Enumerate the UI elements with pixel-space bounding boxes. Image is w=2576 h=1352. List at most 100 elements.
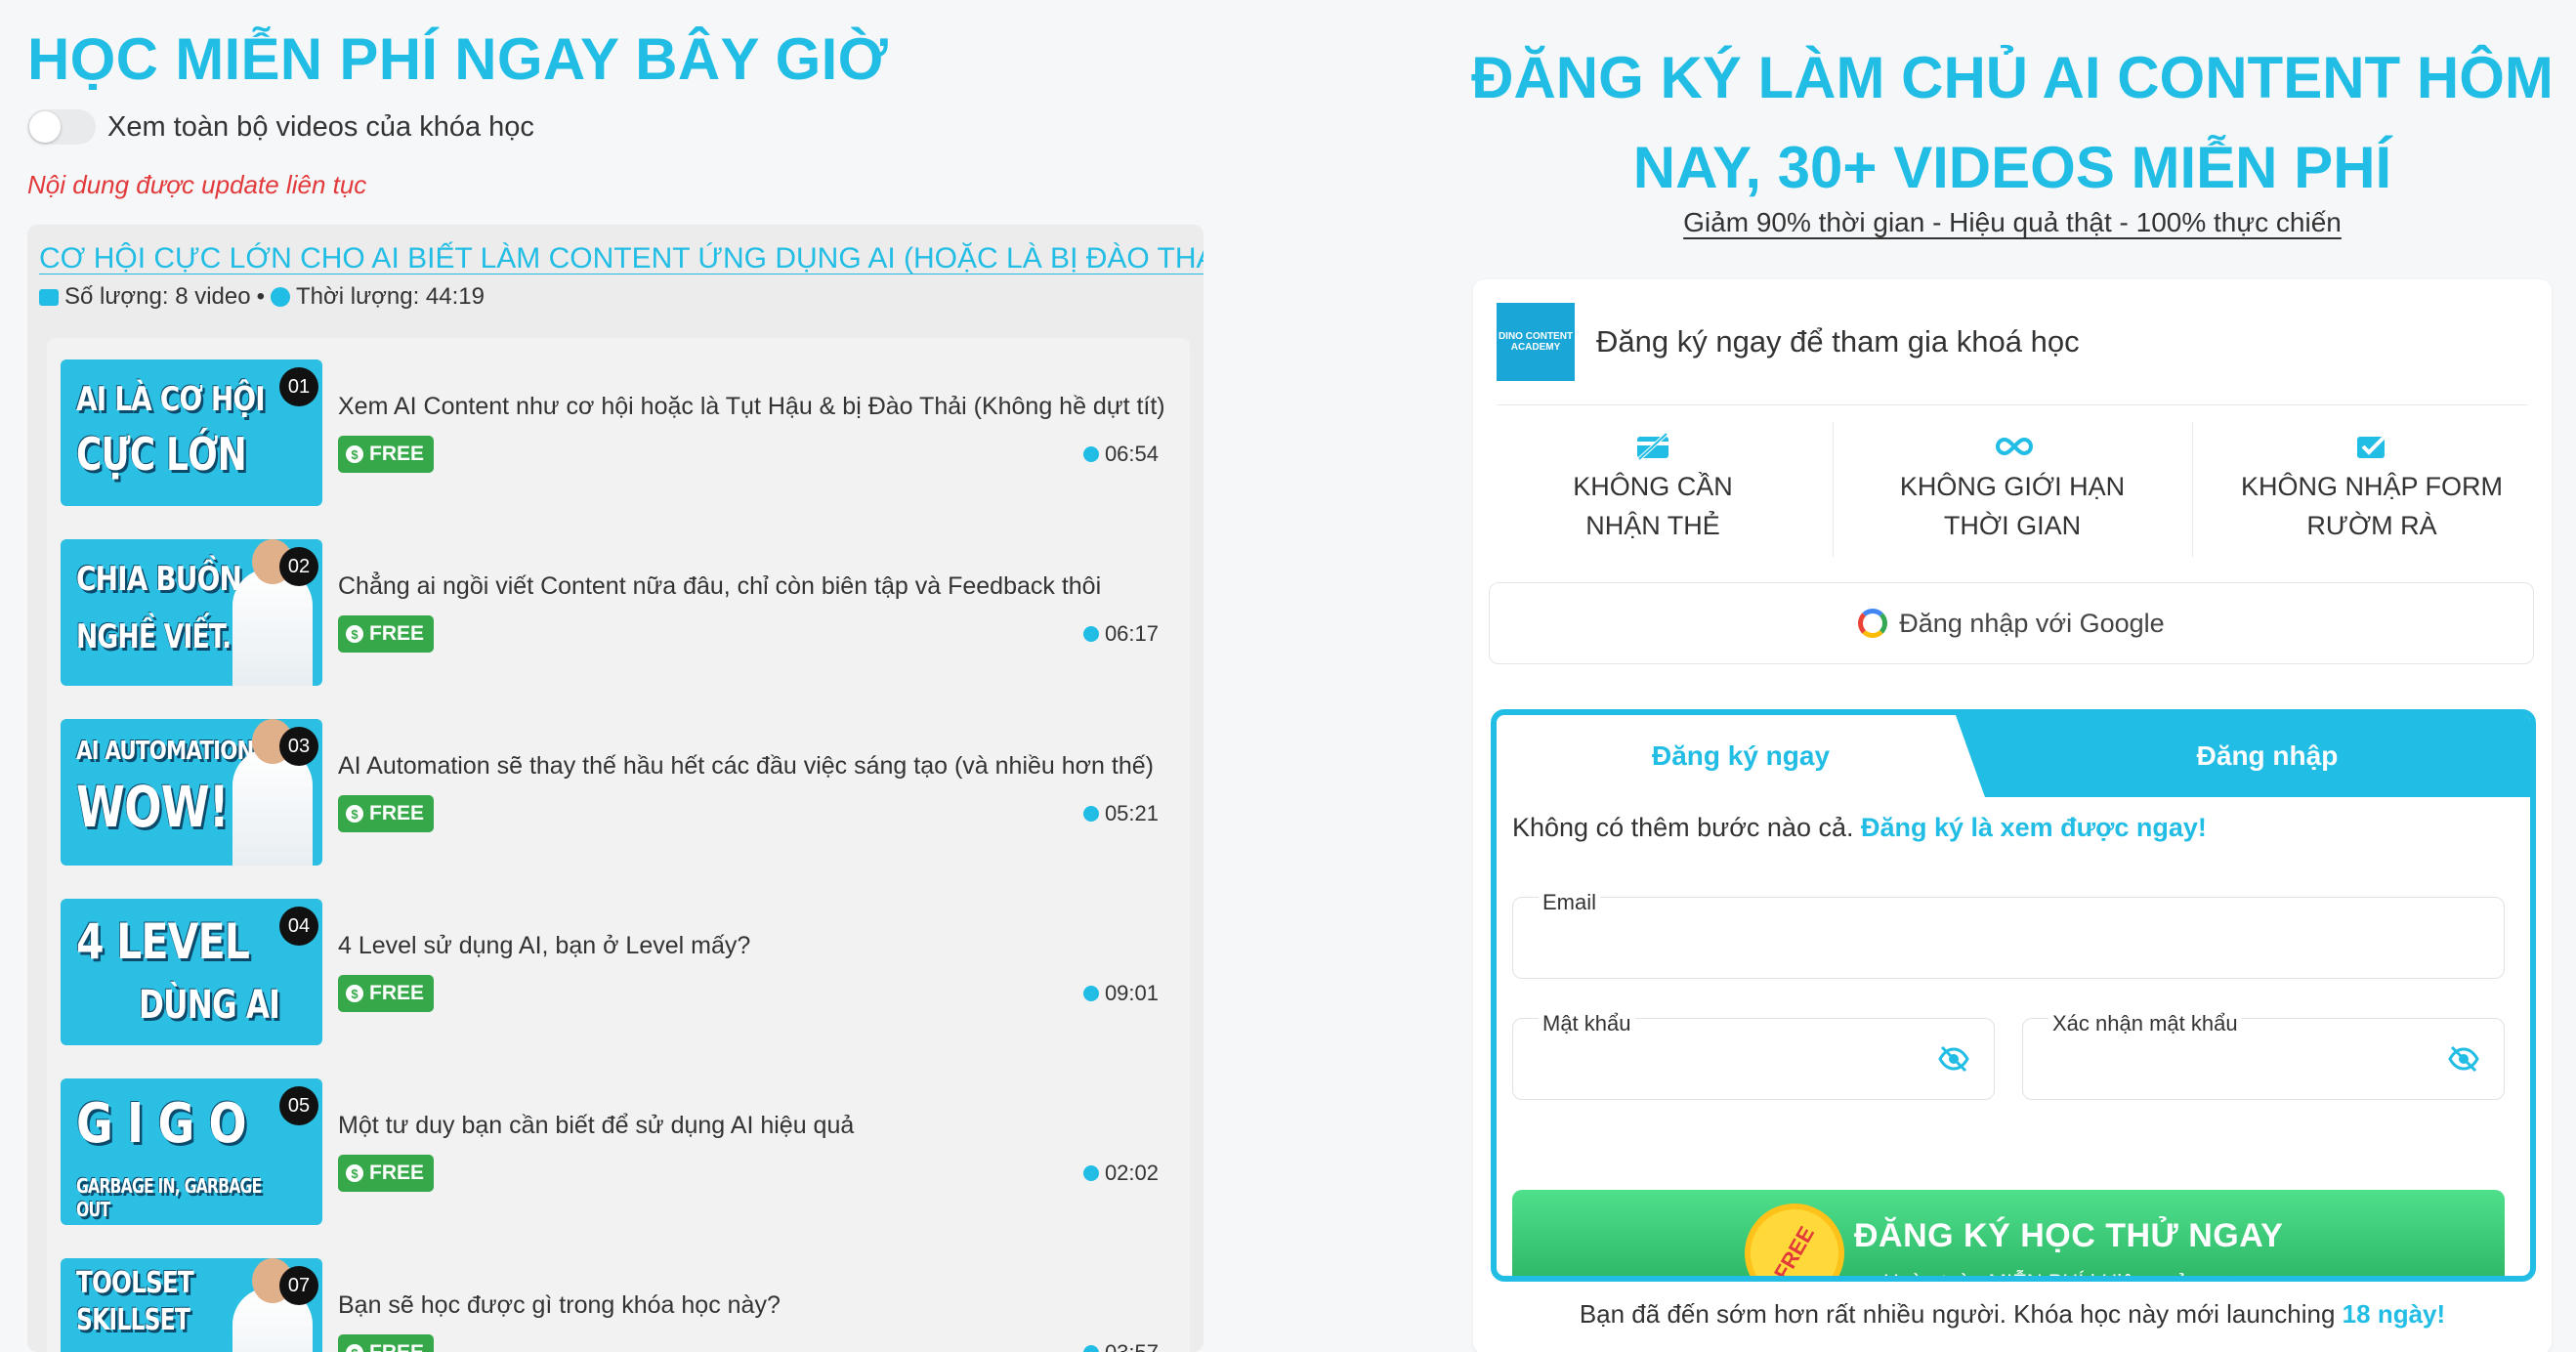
thumbnail-caption-large: DÙNG AI bbox=[139, 983, 280, 1028]
video-thumbnail[interactable]: G I G O GARBAGE IN, GARBAGE OUT 05 bbox=[61, 1078, 322, 1225]
update-note: Nội dung được update liên tục bbox=[27, 170, 367, 199]
register-panel: Không có thêm bước nào cả. Đăng ký là xe… bbox=[1512, 797, 2514, 1276]
form-check-icon bbox=[2354, 432, 2389, 461]
clock-icon bbox=[1082, 806, 1099, 822]
video-count: Số lượng: 8 video bbox=[64, 283, 251, 310]
subtitle-text: Giảm 90% thời gian - Hiệu quả thật - 100… bbox=[1683, 207, 2342, 237]
video-duration: 02:02 bbox=[1082, 1161, 1159, 1186]
dollar-icon: $ bbox=[346, 1344, 363, 1352]
video-title[interactable]: AI Automation sẽ thay thế hầu hết các đầ… bbox=[338, 752, 1154, 781]
dollar-icon: $ bbox=[346, 985, 363, 1002]
toggle-label: Xem toàn bộ videos của khóa học bbox=[107, 110, 534, 143]
free-badge: $ FREE bbox=[338, 975, 435, 1012]
video-number: 01 bbox=[279, 367, 318, 406]
thumbnail-caption: AI LÀ CƠ HỘI bbox=[76, 380, 266, 419]
notice-highlight: Đăng ký là xem được ngay! bbox=[1861, 813, 2207, 842]
feature-no-time-limit: KHÔNG GIỚI HẠN THỜI GIAN bbox=[1833, 422, 2192, 557]
video-number: 05 bbox=[279, 1086, 318, 1125]
academy-logo: DINO CONTENT ACADEMY bbox=[1497, 303, 1575, 381]
video-title[interactable]: Xem AI Content như cơ hội hoặc là Tụt Hậ… bbox=[338, 393, 1165, 421]
feature-no-form: KHÔNG NHẬP FORM RƯỜM RÀ bbox=[2192, 422, 2552, 557]
video-title[interactable]: Bạn sẽ học được gì trong khóa học này? bbox=[338, 1291, 781, 1320]
presenter-image bbox=[232, 539, 313, 686]
cta-label: ĐĂNG KÝ HỌC THỬ NGAY bbox=[1854, 1217, 2284, 1254]
clock-icon bbox=[1082, 446, 1099, 462]
video-thumbnail[interactable]: 4 LEVEL DÙNG AI 04 bbox=[61, 899, 322, 1045]
video-number: 07 bbox=[279, 1266, 318, 1305]
course-title[interactable]: CƠ HỘI CỰC LỚN CHO AI BIẾT LÀM CONTENT Ứ… bbox=[39, 242, 1204, 275]
total-duration: Thời lượng: 44:19 bbox=[296, 283, 485, 310]
free-badge: $ FREE bbox=[338, 615, 435, 653]
meta-separator: • bbox=[256, 283, 265, 310]
google-login-label: Đăng nhập với Google bbox=[1899, 608, 2165, 638]
dollar-icon: $ bbox=[346, 445, 363, 463]
course-section: CƠ HỘI CỰC LỚN CHO AI BIẾT LÀM CONTENT Ứ… bbox=[27, 225, 1204, 1352]
thumbnail-caption-large: GARBAGE IN, GARBAGE OUT bbox=[76, 1174, 262, 1221]
show-all-videos-toggle[interactable] bbox=[27, 109, 96, 145]
signup-headline: ĐĂNG KÝ LÀM CHỦ AI CONTENT HÔM NAY, 30+ … bbox=[1471, 45, 2554, 200]
thumbnail-caption-large: SKILLSET bbox=[76, 1303, 190, 1337]
video-item[interactable]: TOOLSET SKILLSET 07 Bạn sẽ học được gì t… bbox=[61, 1258, 1180, 1352]
free-badge: $ FREE bbox=[338, 1334, 435, 1352]
briefcase-icon bbox=[39, 288, 59, 306]
video-duration: 06:17 bbox=[1082, 621, 1159, 647]
thumbnail-caption: 4 LEVEL bbox=[76, 913, 250, 970]
eye-off-icon[interactable] bbox=[2447, 1042, 2480, 1076]
video-thumbnail[interactable]: TOOLSET SKILLSET 07 bbox=[61, 1258, 322, 1352]
left-panel: HỌC MIỄN PHÍ NGAY BÂY GIỜ Xem toàn bộ vi… bbox=[27, 0, 1204, 1352]
feature-text: KHÔNG CẦN NHẬN THẺ bbox=[1573, 472, 1733, 540]
video-number: 03 bbox=[279, 727, 318, 766]
duration-text: 06:17 bbox=[1104, 621, 1159, 646]
video-title[interactable]: Một tư duy bạn cần biết để sử dụng AI hi… bbox=[338, 1112, 854, 1140]
thumbnail-caption-large: NGHỀ VIẾT... bbox=[76, 617, 250, 656]
tab-register[interactable]: Đăng ký ngay bbox=[1497, 715, 1985, 797]
card-header: DINO CONTENT ACADEMY Đăng ký ngay để tha… bbox=[1497, 303, 2080, 381]
register-trial-button[interactable]: FREE ĐĂNG KÝ HỌC THỬ NGAY Hoàn toàn MIỄN… bbox=[1512, 1190, 2505, 1276]
feature-list: KHÔNG CẦN NHẬN THẺ KHÔNG GIỚI HẠN THỜI GIA… bbox=[1473, 422, 2552, 557]
video-item[interactable]: 4 LEVEL DÙNG AI 04 4 Level sử dụng AI, b… bbox=[61, 899, 1180, 1045]
thumbnail-caption: CHIA BUỒN bbox=[76, 560, 242, 599]
clock-icon bbox=[1082, 626, 1099, 642]
clock-icon bbox=[1082, 1345, 1099, 1352]
password-field[interactable]: Mật khẩu bbox=[1512, 1011, 1995, 1100]
thumbnail-caption: G I G O bbox=[76, 1092, 247, 1156]
google-login-button[interactable]: Đăng nhập với Google bbox=[1489, 582, 2534, 664]
video-thumbnail[interactable]: AI LÀ CƠ HỘI CỰC LỚN 01 bbox=[61, 359, 322, 506]
tab-login[interactable]: Đăng nhập bbox=[2005, 715, 2530, 797]
video-title[interactable]: 4 Level sử dụng AI, bạn ở Level mấy? bbox=[338, 932, 750, 960]
email-label: Email bbox=[1539, 890, 1601, 915]
video-duration: 06:54 bbox=[1082, 442, 1159, 467]
thumbnail-caption: AI AUTOMATION bbox=[76, 737, 254, 766]
free-label: FREE bbox=[369, 443, 425, 465]
presenter-image bbox=[232, 719, 313, 866]
video-number: 04 bbox=[279, 907, 318, 946]
video-title[interactable]: Chẳng ai ngồi viết Content nữa đâu, chỉ … bbox=[338, 572, 1101, 601]
signup-card: DINO CONTENT ACADEMY Đăng ký ngay để tha… bbox=[1473, 279, 2552, 1352]
free-label: FREE bbox=[369, 622, 425, 645]
video-item[interactable]: G I G O GARBAGE IN, GARBAGE OUT 05 Một t… bbox=[61, 1078, 1180, 1225]
card-off-icon bbox=[1635, 432, 1670, 461]
eye-off-icon[interactable] bbox=[1937, 1042, 1970, 1076]
video-item[interactable]: AI LÀ CƠ HỘI CỰC LỚN 01 Xem AI Content n… bbox=[61, 359, 1180, 506]
course-meta: Số lượng: 8 video • Thời lượng: 44:19 bbox=[39, 283, 485, 311]
video-thumbnail[interactable]: AI AUTOMATION WOW! 03 bbox=[61, 719, 322, 866]
duration-text: 09:01 bbox=[1104, 981, 1159, 1005]
free-badge-icon: FREE bbox=[1734, 1193, 1855, 1276]
confirm-password-field[interactable]: Xác nhận mật khẩu bbox=[2022, 1011, 2505, 1100]
email-field[interactable]: Email bbox=[1512, 890, 2505, 979]
free-label: FREE bbox=[369, 1162, 425, 1184]
dollar-icon: $ bbox=[346, 805, 363, 823]
clock-icon bbox=[271, 287, 290, 307]
video-item[interactable]: CHIA BUỒN NGHỀ VIẾT... 02 Chẳng ai ngồi … bbox=[61, 539, 1180, 686]
google-icon bbox=[1858, 609, 1888, 638]
video-duration: 05:21 bbox=[1082, 801, 1159, 826]
auth-tabs: Đăng ký ngay Đăng nhập bbox=[1497, 715, 2530, 797]
auth-form: Đăng ký ngay Đăng nhập Không có thêm bướ… bbox=[1491, 709, 2536, 1282]
duration-text: 03:57 bbox=[1105, 1340, 1159, 1352]
video-item[interactable]: AI AUTOMATION WOW! 03 AI Automation sẽ t… bbox=[61, 719, 1180, 866]
register-notice: Không có thêm bước nào cả. Đăng ký là xe… bbox=[1512, 813, 2207, 842]
divider bbox=[1497, 404, 2528, 405]
duration-text: 06:54 bbox=[1104, 442, 1159, 466]
video-thumbnail[interactable]: CHIA BUỒN NGHỀ VIẾT... 02 bbox=[61, 539, 322, 686]
video-duration: 03:57 bbox=[1082, 1340, 1159, 1352]
